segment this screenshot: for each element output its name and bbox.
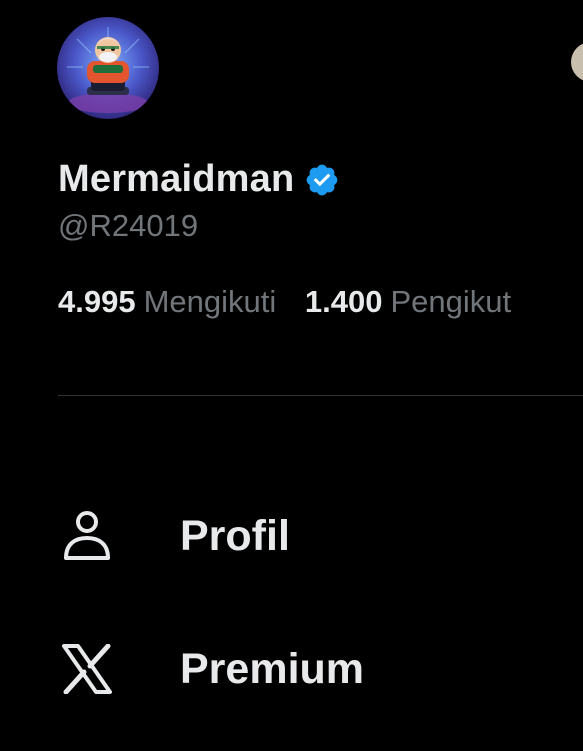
followers-link[interactable]: 1.400 Pengikut	[305, 284, 511, 320]
avatar-image	[57, 17, 159, 119]
followers-label: Pengikut	[390, 284, 512, 319]
following-link[interactable]: 4.995 Mengikuti	[58, 284, 276, 320]
menu-item-premium[interactable]: Premium	[58, 629, 583, 709]
switch-account-avatar[interactable]	[571, 42, 583, 82]
display-name: Mermaidman	[58, 158, 295, 200]
follow-stats: 4.995 Mengikuti 1.400 Pengikut	[58, 284, 511, 320]
menu-item-profil[interactable]: Profil	[58, 496, 583, 576]
following-label: Mengikuti	[143, 284, 277, 319]
menu-item-label: Premium	[180, 644, 365, 693]
followers-count: 1.400	[304, 284, 383, 319]
following-count: 4.995	[58, 284, 136, 319]
navigation-drawer: Mermaidman @R24019 4.995 Mengikuti 1.400 P…	[0, 0, 583, 751]
divider	[58, 395, 583, 396]
x-logo-icon	[58, 640, 116, 698]
profile-handle: @R24019	[58, 208, 199, 243]
profile-name-row: Mermaidman	[58, 158, 340, 201]
profile-avatar[interactable]	[57, 17, 159, 119]
verified-badge-icon	[307, 164, 338, 195]
menu-item-label: Profil	[180, 511, 290, 560]
person-icon	[58, 507, 116, 565]
